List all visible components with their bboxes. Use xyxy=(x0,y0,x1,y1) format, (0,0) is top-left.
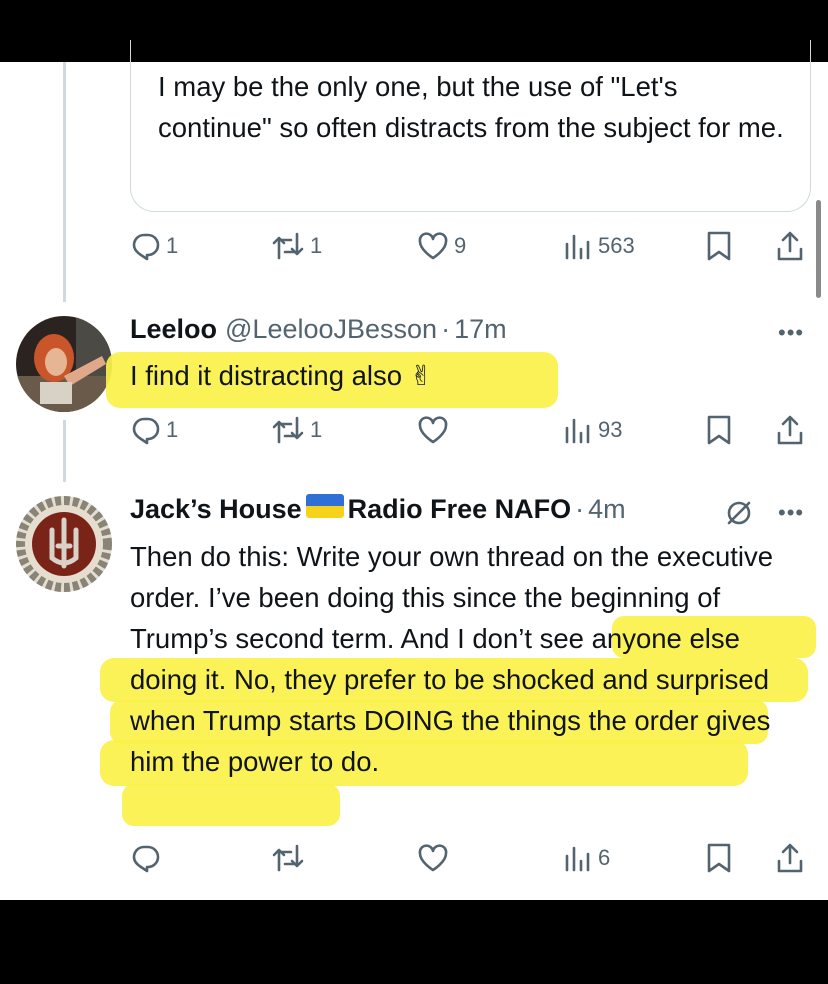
bookmark-icon xyxy=(707,231,731,261)
reply-icon xyxy=(132,233,160,261)
tweet-actions: 1 1 93 xyxy=(0,410,828,450)
like-icon xyxy=(418,232,448,260)
tweet-text: I find it distracting also ✌ xyxy=(130,360,433,391)
like-count: 9 xyxy=(454,233,467,258)
tweet-actions: 1 1 9 563 xyxy=(0,226,828,266)
ukraine-flag-icon xyxy=(305,494,344,518)
more-icon[interactable]: ••• xyxy=(778,320,804,346)
repost-button[interactable] xyxy=(271,838,310,878)
views-button[interactable]: 93 xyxy=(563,410,622,450)
views-icon xyxy=(565,418,590,444)
repost-icon xyxy=(272,232,304,260)
bookmark-icon xyxy=(707,415,731,445)
tweet-text: Then do this: Write your own thread on t… xyxy=(130,541,774,777)
thread-line xyxy=(63,62,66,302)
display-name[interactable]: Leeloo xyxy=(130,314,217,345)
reply-button[interactable]: 1 xyxy=(131,410,178,450)
views-icon xyxy=(565,846,590,872)
highlight-mark xyxy=(122,784,340,826)
edited-icon xyxy=(724,498,754,533)
reply-button[interactable]: 1 xyxy=(131,226,178,266)
avatar-image xyxy=(16,316,112,412)
views-button[interactable]: 563 xyxy=(563,226,635,266)
share-button[interactable] xyxy=(775,410,805,450)
views-icon xyxy=(565,234,590,260)
views-button[interactable]: 6 xyxy=(563,838,610,878)
avatar[interactable] xyxy=(16,316,112,412)
like-button[interactable] xyxy=(417,838,454,878)
tweet-actions: 6 xyxy=(0,838,828,878)
share-icon xyxy=(777,231,803,261)
share-button[interactable] xyxy=(775,838,805,878)
bookmark-button[interactable] xyxy=(706,838,732,878)
tweet-header: Jack’s House Radio Free NAFO · 4m xyxy=(130,494,626,525)
bookmark-button[interactable] xyxy=(706,410,732,450)
share-button[interactable] xyxy=(775,226,805,266)
share-icon xyxy=(777,843,803,873)
separator-dot: · xyxy=(575,494,585,524)
views-count: 563 xyxy=(598,233,635,258)
reply-icon xyxy=(132,845,160,873)
reply-count: 1 xyxy=(166,233,179,258)
reply-button[interactable] xyxy=(131,838,166,878)
repost-count: 1 xyxy=(310,233,323,258)
avatar[interactable] xyxy=(16,496,112,592)
user-handle[interactable]: @LeelooJBesson xyxy=(225,314,437,345)
repost-icon xyxy=(272,416,304,444)
bookmark-icon xyxy=(707,843,731,873)
like-button[interactable] xyxy=(417,410,454,450)
bookmark-button[interactable] xyxy=(706,226,732,266)
repost-icon xyxy=(272,844,304,872)
repost-button[interactable]: 1 xyxy=(271,226,322,266)
like-icon xyxy=(418,844,448,872)
tweet-header: Leeloo @LeelooJBesson · 17m xyxy=(130,314,507,345)
quoted-tweet-text: I may be the only one, but the use of "L… xyxy=(158,71,784,143)
avatar-image xyxy=(16,496,112,592)
bottom-black-bar xyxy=(0,900,828,984)
display-name[interactable]: Jack’s House xyxy=(130,494,302,525)
like-button[interactable]: 9 xyxy=(417,226,466,266)
reply-count: 1 xyxy=(166,417,179,442)
share-icon xyxy=(777,415,803,445)
separator-dot: · xyxy=(441,314,451,344)
more-icon[interactable]: ••• xyxy=(778,500,804,526)
reply-icon xyxy=(132,417,160,445)
timestamp[interactable]: 17m xyxy=(454,314,507,345)
display-name-suffix[interactable]: Radio Free NAFO xyxy=(348,494,572,525)
like-icon xyxy=(418,416,448,444)
views-count: 93 xyxy=(598,417,623,442)
timestamp[interactable]: 4m xyxy=(588,494,626,525)
repost-button[interactable]: 1 xyxy=(271,410,322,450)
repost-count: 1 xyxy=(310,417,323,442)
views-count: 6 xyxy=(598,845,611,870)
